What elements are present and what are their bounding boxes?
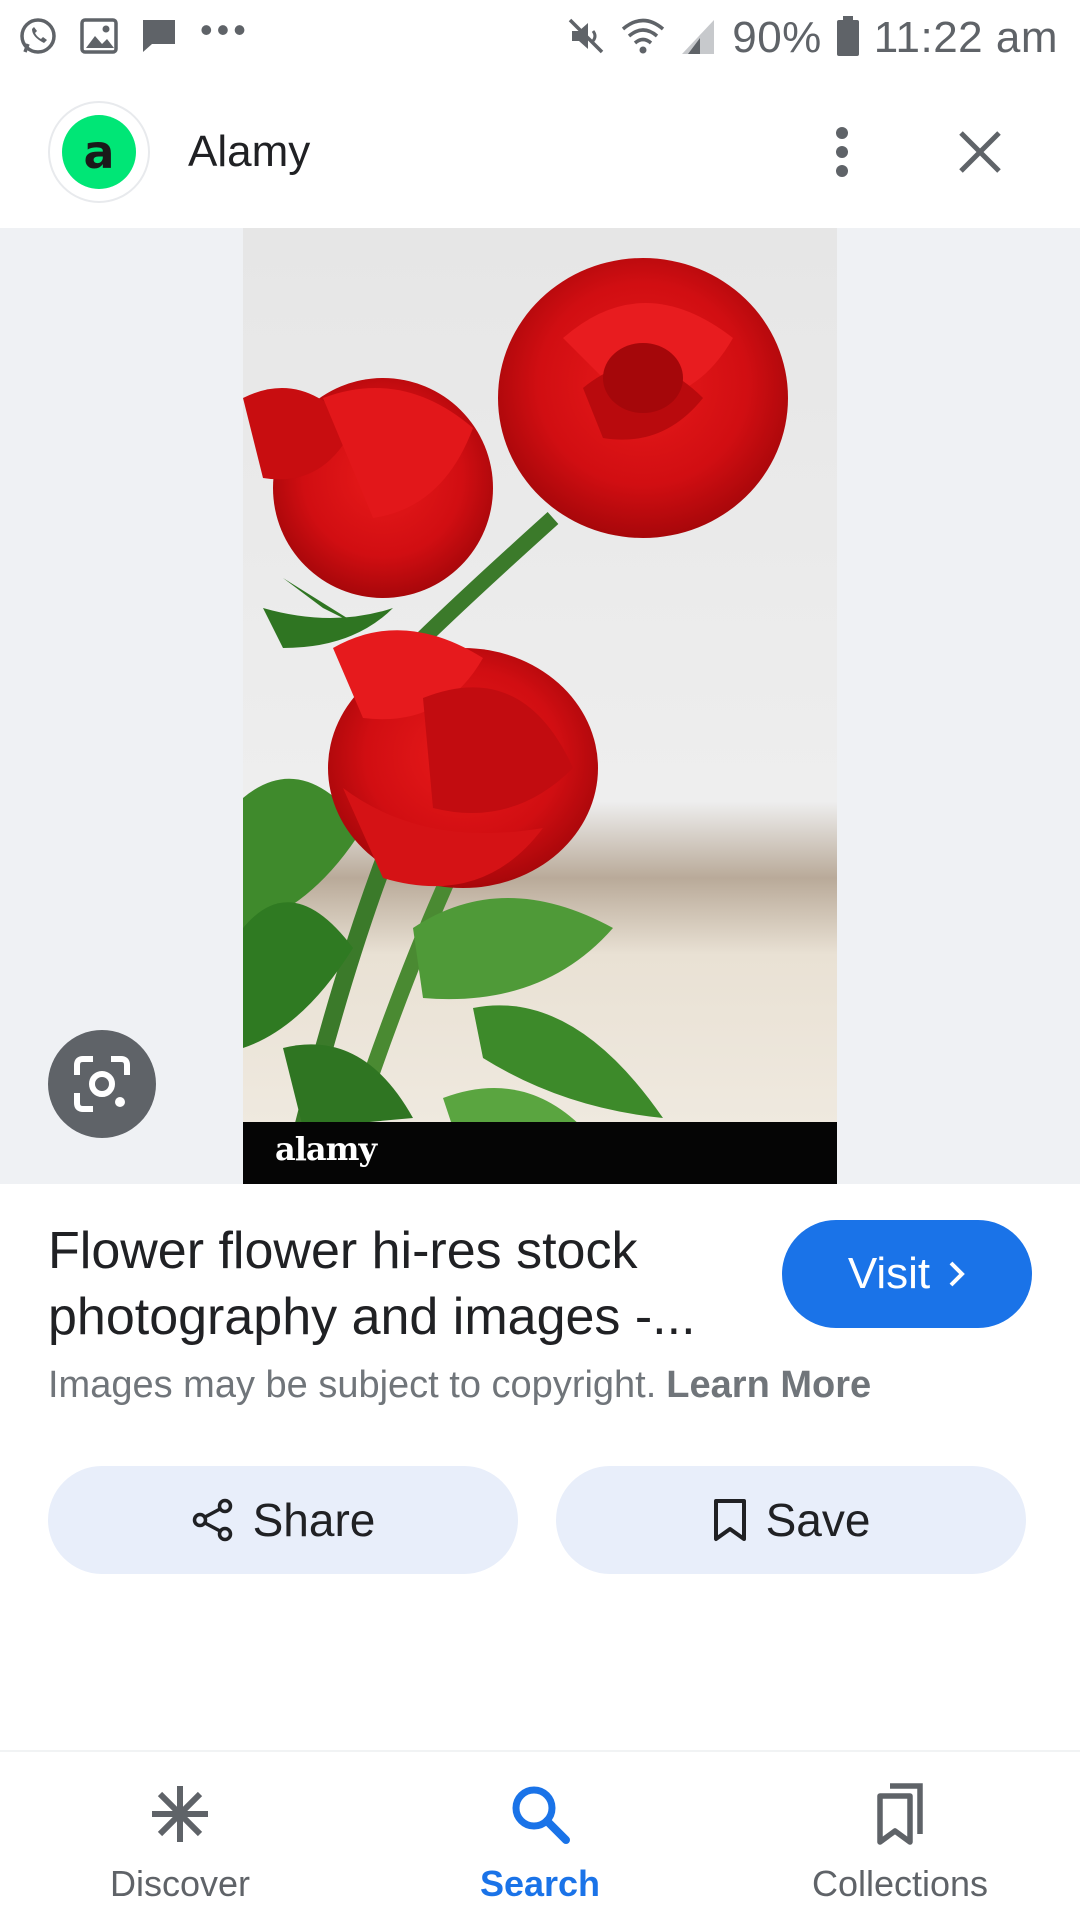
status-right-icons: 90% 11:22 am	[552, 13, 1058, 63]
result-title-line-2: photography and images -...	[48, 1288, 696, 1346]
mute-icon	[566, 16, 606, 61]
share-label: Share	[252, 1494, 376, 1546]
message-icon	[140, 17, 178, 60]
collections-icon	[868, 1782, 932, 1851]
bookmark-icon	[712, 1498, 748, 1542]
nav-collections[interactable]: Collections	[720, 1752, 1080, 1920]
save-button[interactable]: Save	[556, 1466, 1026, 1574]
nav-collections-label: Collections	[811, 1863, 989, 1904]
result-title[interactable]: Flower flower hi-res stock photography a…	[48, 1218, 748, 1350]
close-icon[interactable]	[950, 122, 1010, 182]
gallery-icon	[80, 17, 118, 59]
site-favicon[interactable]: a	[48, 101, 150, 203]
watermark-bar: alamy	[243, 1122, 837, 1184]
search-icon	[508, 1782, 572, 1851]
battery-icon	[836, 15, 860, 62]
visit-label: Visit	[847, 1249, 931, 1298]
roses-photo	[243, 228, 837, 1184]
nav-discover[interactable]: Discover	[0, 1752, 360, 1920]
battery-percent: 90%	[732, 13, 822, 62]
signal-icon	[680, 16, 718, 61]
wifi-icon	[620, 16, 666, 61]
status-left-icons: •••	[18, 9, 272, 61]
share-button[interactable]: Share	[48, 1466, 518, 1574]
watermark-brand: alamy	[275, 1130, 377, 1168]
image-preview-area: alamy	[0, 228, 1080, 1184]
more-notifications-icon: •••	[200, 9, 250, 50]
asterisk-icon	[148, 1782, 212, 1851]
site-name[interactable]: Alamy	[188, 127, 310, 177]
share-icon	[191, 1498, 235, 1542]
copyright-text: Images may be subject to copyright.	[48, 1364, 657, 1406]
result-image[interactable]: alamy	[243, 228, 837, 1184]
nav-search[interactable]: Search	[360, 1752, 720, 1920]
nav-discover-label: Discover	[109, 1863, 251, 1904]
google-lens-icon[interactable]	[48, 1030, 156, 1138]
favicon-letter: a	[62, 115, 136, 189]
status-bar: ••• 90% 11:22 am	[0, 0, 1080, 76]
save-label: Save	[765, 1494, 871, 1546]
result-title-line-1: Flower flower hi-res stock	[48, 1222, 638, 1280]
visit-button[interactable]: Visit	[782, 1220, 1032, 1328]
bottom-nav: Discover Search Collections	[0, 1750, 1080, 1920]
header-actions	[812, 76, 1010, 228]
chevron-right-icon	[948, 1260, 966, 1288]
nav-search-label: Search	[479, 1863, 601, 1904]
whatsapp-icon	[18, 16, 58, 61]
learn-more-link[interactable]: Learn More	[666, 1364, 871, 1406]
more-vert-icon[interactable]	[812, 112, 872, 192]
source-header: a Alamy	[0, 76, 1080, 228]
copyright-notice: Images may be subject to copyright. Learn…	[48, 1364, 871, 1407]
clock: 11:22 am	[873, 13, 1058, 62]
